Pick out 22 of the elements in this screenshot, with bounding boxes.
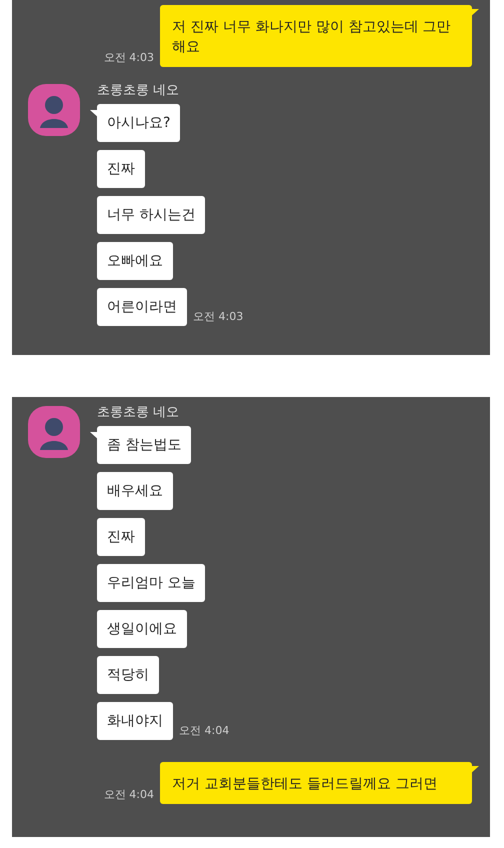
avatar-icon (28, 84, 80, 136)
received-message-bubble: 진짜 (97, 150, 145, 188)
received-message-bubble: 어른이라면 (97, 288, 187, 326)
received-message-bubble: 아시나요? (97, 104, 180, 142)
sent-message-bubble: 저거 교회분들한테도 들러드릴께요 그러면 (160, 762, 472, 804)
message-time: 오전 4:03 (193, 309, 244, 325)
received-message-bubble: 적당히 (97, 656, 159, 694)
received-message-bubble: 진짜 (97, 518, 145, 556)
sender-name: 초롱초롱 네오 (97, 404, 180, 421)
received-message-bubble: 너무 하시는건 (97, 196, 206, 234)
sender-name: 초롱초롱 네오 (97, 82, 180, 99)
received-message-bubble: 배우세요 (97, 472, 173, 510)
received-message-bubble: 화내야지 (97, 702, 173, 740)
message-time: 오전 4:03 (104, 50, 154, 66)
avatar-icon (28, 406, 80, 458)
received-message-bubble: 생일이에요 (97, 610, 187, 648)
received-message-bubble: 좀 참는법도 (97, 426, 192, 464)
sent-message-bubble: 저 진짜 너무 화나지만 많이 참고있는데 그만해요 (160, 5, 472, 67)
message-time: 오전 4:04 (104, 787, 154, 803)
message-time: 오전 4:04 (179, 723, 230, 739)
received-message-bubble: 오빠에요 (97, 242, 173, 280)
received-message-bubble: 우리엄마 오늘 (97, 564, 206, 602)
